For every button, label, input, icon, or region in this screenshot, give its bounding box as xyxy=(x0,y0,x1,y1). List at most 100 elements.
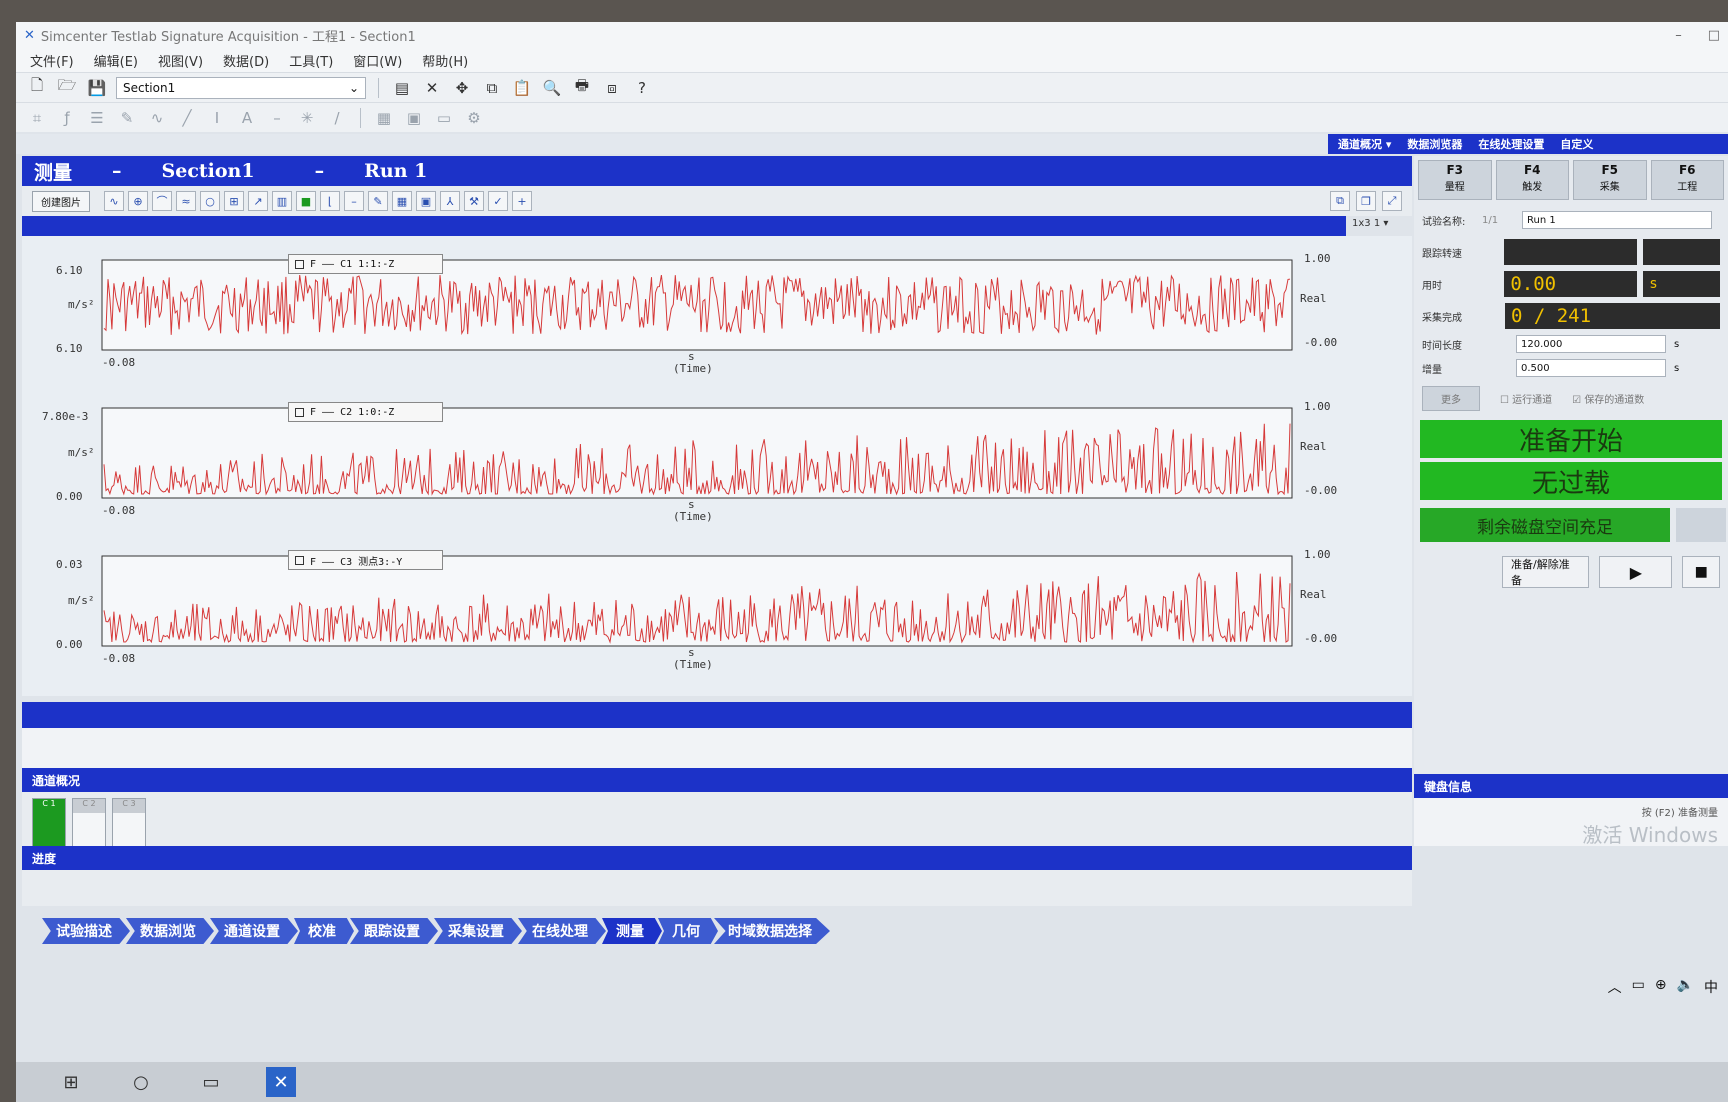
menu-file[interactable]: 文件(F) xyxy=(30,51,74,70)
create-picture-button[interactable]: 创建图片 xyxy=(32,190,90,212)
save-view-icon[interactable]: ▭ xyxy=(433,107,455,129)
curve-icon[interactable]: ⌒ xyxy=(152,191,172,211)
plot-c3[interactable]: 0.03 m/s² 0.00 -0.08 s (Time) 1.00 Real … xyxy=(38,542,1368,692)
workflow-step[interactable]: 跟踪设置 xyxy=(350,918,438,944)
function-tool-icon[interactable]: ƒ xyxy=(56,107,78,129)
star-tool-icon[interactable]: ✳ xyxy=(296,107,318,129)
plot-c2[interactable]: 7.80e-3 m/s² 0.00 -0.08 s (Time) 1.00 Re… xyxy=(38,394,1368,544)
f5-acquire-button[interactable]: F5 采集 xyxy=(1573,160,1647,200)
overlay-icon[interactable]: ⊞ xyxy=(224,191,244,211)
screen-capture-icon[interactable]: ⧈ xyxy=(601,77,623,99)
plot-legend[interactable]: F —— C2 1:0:-Z xyxy=(288,402,443,422)
help-icon[interactable]: ? xyxy=(631,77,653,99)
check-icon[interactable]: ✓ xyxy=(488,191,508,211)
curve-tool-icon[interactable]: ∿ xyxy=(146,107,168,129)
add-icon[interactable]: + xyxy=(512,191,532,211)
network-icon[interactable]: ⊕ xyxy=(1655,977,1667,997)
legend-checkbox[interactable] xyxy=(295,259,304,269)
new-file-icon[interactable]: 🗋 xyxy=(26,76,48,99)
f6-project-button[interactable]: F6 工程 xyxy=(1650,160,1724,200)
maximize-button[interactable]: □ xyxy=(1708,28,1720,43)
workflow-step[interactable]: 通道设置 xyxy=(210,918,298,944)
legend-checkbox[interactable] xyxy=(295,407,304,417)
line-plot-icon[interactable]: ∿ xyxy=(104,191,124,211)
wave-icon[interactable]: ≈ xyxy=(176,191,196,211)
plot-c1[interactable]: 6.10 m/s² 6.10 -0.08 s (Time) 1.00 Real … xyxy=(38,246,1368,396)
document-icon[interactable]: ▤ xyxy=(391,77,413,99)
person-icon[interactable]: ⅄ xyxy=(440,191,460,211)
menu-tools[interactable]: 工具(T) xyxy=(289,51,333,70)
window-icon[interactable]: ❐ xyxy=(1356,191,1376,211)
move-icon[interactable]: ✥ xyxy=(451,77,473,99)
workflow-step[interactable]: 采集设置 xyxy=(434,918,522,944)
workflow-step[interactable]: 在线处理 xyxy=(518,918,606,944)
minus-icon[interactable]: – xyxy=(344,191,364,211)
print-preview-icon[interactable]: 🔍 xyxy=(541,77,563,99)
workflow-step[interactable]: 试验描述 xyxy=(42,918,130,944)
save-icon[interactable]: 💾 xyxy=(86,77,108,99)
saved-channels-checkbox[interactable]: ☑ 保存的通道数 xyxy=(1572,391,1644,406)
plot-legend[interactable]: F —— C1 1:1:-Z xyxy=(288,254,443,274)
table-tool-icon[interactable]: ▦ xyxy=(373,107,395,129)
ime-indicator[interactable]: 中 xyxy=(1704,977,1718,997)
grid-icon[interactable]: ▦ xyxy=(392,191,412,211)
dash-tool-icon[interactable]: – xyxy=(266,107,288,129)
minimize-button[interactable]: – xyxy=(1675,28,1682,43)
volume-icon[interactable]: 🔈 xyxy=(1677,977,1694,997)
expand-icon[interactable]: ⤢ xyxy=(1382,191,1402,211)
text-tool-icon[interactable]: I xyxy=(206,107,228,129)
menu-window[interactable]: 窗口(W) xyxy=(353,51,402,70)
layout-tool-icon[interactable]: ▣ xyxy=(403,107,425,129)
run-channels-checkbox[interactable]: ☐ 运行通道 xyxy=(1500,391,1552,406)
task-view-icon[interactable]: ▭ xyxy=(196,1067,226,1097)
frame-icon[interactable]: ▣ xyxy=(416,191,436,211)
online-processing-link[interactable]: 在线处理设置 xyxy=(1478,136,1544,152)
axis-icon[interactable]: ⌊ xyxy=(320,191,340,211)
restore-icon[interactable]: ⧉ xyxy=(1330,191,1350,211)
cursor-icon[interactable]: ↗ xyxy=(248,191,268,211)
menu-data[interactable]: 数据(D) xyxy=(223,51,269,70)
marker-icon[interactable]: ✎ xyxy=(368,191,388,211)
copy-icon[interactable]: ⧉ xyxy=(481,77,503,99)
section-select[interactable]: Section1 ⌄ xyxy=(116,76,366,99)
f4-trigger-button[interactable]: F4 触发 xyxy=(1495,160,1569,200)
start-menu-icon[interactable]: ⊞ xyxy=(56,1067,86,1097)
search-icon[interactable]: ○ xyxy=(126,1067,156,1097)
circle-icon[interactable]: ○ xyxy=(200,191,220,211)
menu-help[interactable]: 帮助(H) xyxy=(422,51,468,70)
start-button[interactable]: ▶ xyxy=(1599,556,1673,588)
workflow-step[interactable]: 校准 xyxy=(294,918,354,944)
layout-select[interactable]: 1x3 1 ▾ xyxy=(1346,216,1412,236)
increment-input[interactable]: 0.500 xyxy=(1516,359,1666,377)
workflow-step[interactable]: 时域数据选择 xyxy=(714,918,830,944)
testlab-app-icon[interactable]: ✕ xyxy=(266,1067,296,1097)
more-button[interactable]: 更多 xyxy=(1422,385,1480,411)
battery-icon[interactable]: ▭ xyxy=(1632,977,1645,997)
paste-icon[interactable]: 📋 xyxy=(511,77,533,99)
f3-range-button[interactable]: F3 量程 xyxy=(1418,160,1492,200)
stop-button[interactable]: ■ xyxy=(1682,556,1720,588)
workflow-step-active[interactable]: 测量 xyxy=(602,918,662,944)
data-browser-link[interactable]: 数据浏览器 xyxy=(1407,136,1462,152)
color-map-icon[interactable]: ■ xyxy=(296,191,316,211)
run-name-input[interactable]: Run 1 xyxy=(1522,211,1712,229)
bar-icon[interactable]: ▥ xyxy=(272,191,292,211)
legend-checkbox[interactable] xyxy=(295,555,304,565)
zoom-icon[interactable]: ⊕ xyxy=(128,191,148,211)
menu-view[interactable]: 视图(V) xyxy=(158,51,203,70)
delete-icon[interactable]: ✕ xyxy=(421,77,443,99)
annotation-tool-icon[interactable]: A xyxy=(236,107,258,129)
custom-link[interactable]: 自定义 xyxy=(1560,136,1593,152)
print-icon[interactable]: 🖶 xyxy=(571,76,593,99)
open-folder-icon[interactable]: 🗁 xyxy=(56,76,78,99)
tray-expand-icon[interactable]: ︿ xyxy=(1608,977,1622,997)
channel-overview-link[interactable]: 通道概况 ▾ xyxy=(1338,136,1391,152)
settings-tool-icon[interactable]: ⚙ xyxy=(463,107,485,129)
plot-legend[interactable]: F —— C3 测点3:-Y xyxy=(288,550,443,570)
slash-tool-icon[interactable]: / xyxy=(326,107,348,129)
workflow-step[interactable]: 几何 xyxy=(658,918,718,944)
list-tool-icon[interactable]: ☰ xyxy=(86,107,108,129)
menu-edit[interactable]: 编辑(E) xyxy=(94,51,138,70)
pen-tool-icon[interactable]: ✎ xyxy=(116,107,138,129)
tool-icon[interactable]: ⚒ xyxy=(464,191,484,211)
